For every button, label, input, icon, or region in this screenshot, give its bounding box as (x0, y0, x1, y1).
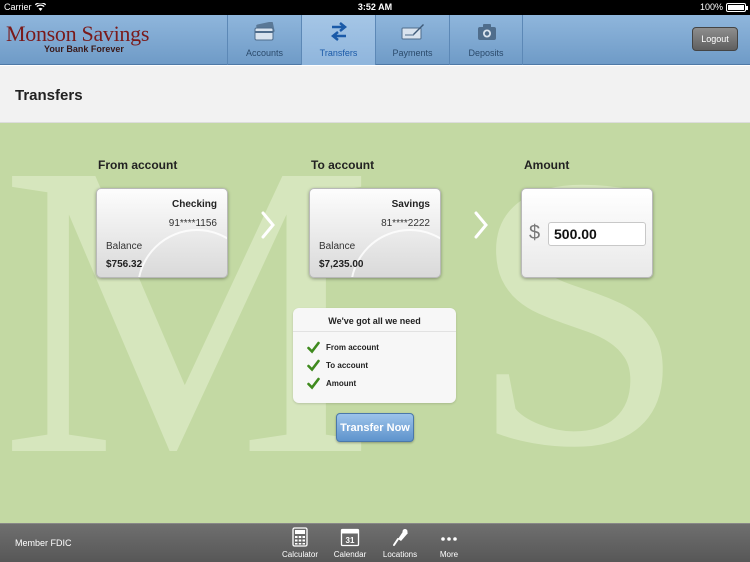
transfer-now-button[interactable]: Transfer Now (336, 413, 414, 442)
brand-tagline: Your Bank Forever (44, 44, 124, 54)
app-header: Monson Savings Your Bank Forever Account… (0, 15, 750, 65)
currency-symbol: $ (529, 222, 541, 244)
amount-card: $ (521, 188, 653, 278)
main-nav: Accounts Transfers Payments Deposits (227, 15, 523, 65)
checkmark-icon (307, 359, 320, 372)
tool-label: Calendar (333, 550, 367, 559)
from-account-label: From account (98, 158, 178, 172)
credit-cards-icon (254, 22, 275, 41)
tab-label: Transfers (319, 48, 358, 58)
checklist-item-label: Amount (326, 379, 357, 388)
to-account-label: To account (311, 158, 375, 172)
checklist-item: To account (307, 359, 368, 372)
tab-label: Deposits (468, 48, 504, 58)
calendar-day: 31 (346, 536, 355, 545)
amount-input[interactable] (548, 222, 646, 246)
logout-button[interactable]: Logout (692, 27, 738, 51)
calculator-button[interactable]: Calculator (275, 527, 325, 561)
balance-label: Balance (319, 241, 356, 252)
readiness-checklist: We've got all we need From account To ac… (293, 308, 456, 403)
clock: 3:52 AM (357, 2, 393, 12)
map-pin-icon (393, 529, 408, 546)
balance-value: $7,235.00 (319, 259, 364, 270)
more-button[interactable]: More (424, 527, 474, 561)
card-swirl-decoration (350, 229, 440, 277)
amount-label: Amount (524, 158, 570, 172)
chevron-right-icon (261, 211, 275, 239)
page-title: Transfers (15, 87, 83, 104)
checklist-item-label: To account (326, 361, 369, 370)
tab-accounts[interactable]: Accounts (227, 15, 301, 65)
status-bar: Carrier 3:52 AM 100% (0, 0, 750, 15)
tab-label: Accounts (245, 48, 284, 58)
calculator-icon (292, 527, 308, 547)
tool-label: Calculator (281, 550, 318, 559)
tab-label: Payments (392, 48, 433, 58)
checklist-item: From account (307, 341, 379, 354)
card-swirl-decoration (137, 229, 227, 277)
balance-label: Balance (106, 241, 143, 252)
member-fdic-text: Member FDIC (15, 538, 72, 548)
transfer-arrows-icon (330, 22, 348, 41)
account-name: Checking (171, 199, 217, 210)
tool-label: Locations (382, 550, 418, 559)
battery-icon (726, 2, 748, 12)
bank-logo: Monson Savings Your Bank Forever (6, 21, 150, 55)
balance-value: $756.32 (106, 259, 143, 270)
tab-transfers[interactable]: Transfers (301, 15, 375, 65)
footer-toolbar: Member FDIC Calculator 31 Calendar Locat… (0, 523, 750, 562)
watermark-letter-s: S (470, 123, 687, 523)
checklist-item: Amount (307, 377, 356, 390)
account-name: Savings (391, 199, 430, 210)
checklist-item-label: From account (326, 343, 379, 352)
brand-name: Monson Savings (6, 21, 150, 46)
checklist-divider (293, 331, 456, 332)
tool-label: More (439, 550, 459, 559)
locations-button[interactable]: Locations (375, 527, 425, 561)
calendar-button[interactable]: 31 Calendar (325, 527, 375, 561)
calendar-icon: 31 (340, 528, 360, 547)
checklist-heading: We've got all we need (328, 316, 421, 326)
chevron-right-icon (474, 211, 488, 239)
transfer-panel: M S From account To account Amount Check… (0, 123, 750, 523)
account-number: 81****2222 (381, 218, 430, 229)
battery-percent: 100% (699, 2, 723, 12)
tab-deposits[interactable]: Deposits (449, 15, 523, 65)
camera-icon (478, 24, 496, 40)
more-dots-icon (441, 537, 457, 541)
tab-payments[interactable]: Payments (375, 15, 449, 65)
account-number: 91****1156 (168, 218, 217, 229)
from-account-card[interactable]: Checking 91****1156 Balance $756.32 (96, 188, 228, 278)
page-title-bar: Transfers (0, 66, 750, 123)
check-pen-icon (401, 24, 424, 40)
to-account-card[interactable]: Savings 81****2222 Balance $7,235.00 (309, 188, 441, 278)
checkmark-icon (307, 341, 320, 354)
checkmark-icon (307, 377, 320, 390)
